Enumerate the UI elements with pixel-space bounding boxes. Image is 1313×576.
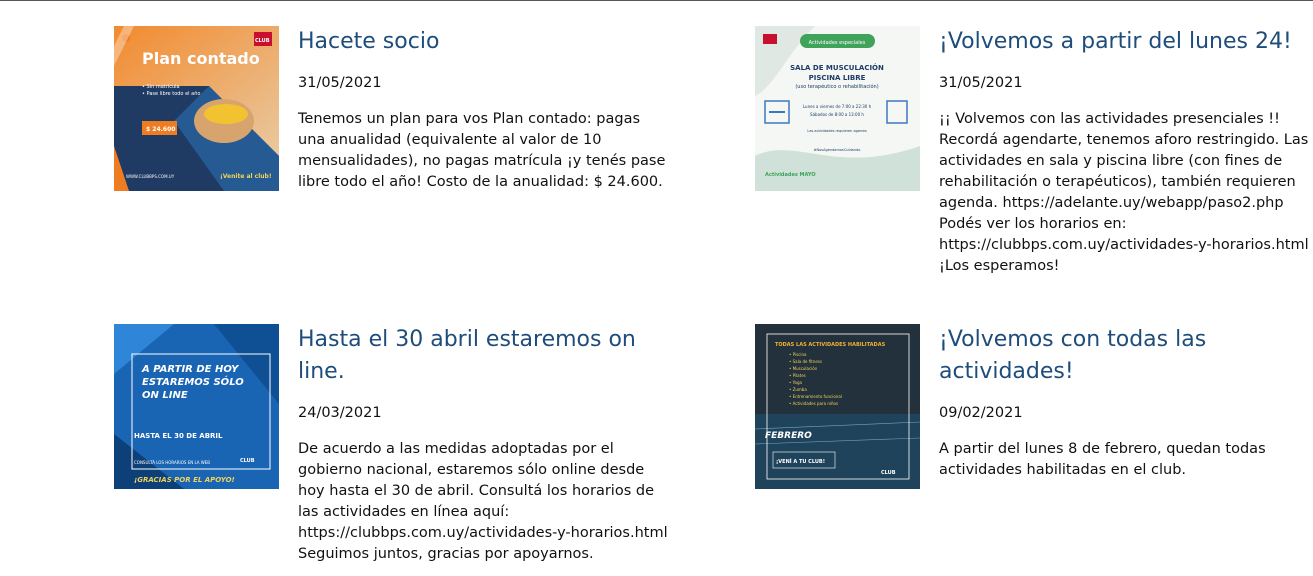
image-cta: ¡Venite al club! bbox=[220, 173, 272, 180]
image-bullet-1: • Sin matrícula bbox=[142, 83, 180, 90]
todas-actividades-image: TODAS LAS ACTIVIDADES HABILITADAS • Pisc… bbox=[755, 324, 920, 489]
image-bullet-2: • Pase libre todo el año bbox=[142, 91, 200, 97]
news-body: A partir del lunes 8 de febrero, quedan … bbox=[939, 441, 1266, 478]
image-price: $ 24.600 bbox=[146, 126, 175, 133]
plan-contado-image: Plan contado • Sin matrícula • Pase libr… bbox=[114, 26, 279, 191]
image-list-item: • Piscina bbox=[789, 352, 807, 357]
image-footer: Actividades MAYO bbox=[765, 172, 816, 178]
club-logo: CLUB bbox=[255, 38, 270, 44]
image-hours1: Lunes a viernes de 7:00 a 22:30 h bbox=[803, 104, 872, 109]
image-month: FEBRERO bbox=[765, 431, 812, 441]
news-title[interactable]: ¡Volvemos a partir del lunes 24! bbox=[939, 26, 1311, 58]
news-title[interactable]: Hacete socio bbox=[298, 26, 670, 58]
news-title[interactable]: Hasta el 30 abril estaremos on line. bbox=[298, 324, 670, 388]
image-list-item: • Entrenamiento funcional bbox=[789, 394, 842, 399]
club-logo: CLUB bbox=[881, 470, 896, 476]
news-thumbnail[interactable]: Actividades especiales SALA DE MUSCULACI… bbox=[755, 26, 920, 191]
image-line2: ESTAREMOS SÓLO bbox=[142, 375, 244, 388]
actividades-especiales-image: Actividades especiales SALA DE MUSCULACI… bbox=[755, 26, 920, 191]
image-line4: HASTA EL 30 DE ABRIL bbox=[134, 432, 223, 440]
news-date: 31/05/2021 bbox=[298, 75, 382, 91]
news-thumbnail[interactable]: Plan contado • Sin matrícula • Pase libr… bbox=[114, 26, 279, 191]
image-hashtag: #NosAgendamosCuidando bbox=[814, 148, 861, 152]
image-list-item: • Zumba bbox=[789, 387, 807, 392]
image-line2: PISCINA LIBRE bbox=[809, 74, 866, 82]
news-date: 31/05/2021 bbox=[939, 75, 1023, 91]
image-small: CONSULTÁ LOS HORARIOS EN LA WEB bbox=[134, 460, 210, 465]
image-list-item: • Actividades para niños bbox=[789, 401, 838, 406]
image-note: Las actividades requieren agenda bbox=[807, 129, 866, 133]
image-badge: Actividades especiales bbox=[809, 40, 866, 46]
news-date: 09/02/2021 bbox=[939, 405, 1023, 421]
club-logo: CLUB bbox=[240, 458, 255, 464]
news-date: 24/03/2021 bbox=[298, 405, 382, 421]
image-line1: A PARTIR DE HOY bbox=[141, 364, 240, 375]
image-list-item: • Musculación bbox=[789, 366, 818, 371]
news-title[interactable]: ¡Volvemos con todas las actividades! bbox=[939, 324, 1311, 388]
image-line3: (uso terapéutico o rehabilitación) bbox=[795, 83, 878, 90]
image-line1: SALA DE MUSCULACIÓN bbox=[790, 63, 884, 72]
news-body: De acuerdo a las medidas adoptadas por e… bbox=[298, 441, 668, 562]
image-header: TODAS LAS ACTIVIDADES HABILITADAS bbox=[775, 342, 886, 348]
on-line-image: A PARTIR DE HOY ESTAREMOS SÓLO ON LINE H… bbox=[114, 324, 279, 489]
news-grid: Plan contado • Sin matrícula • Pase libr… bbox=[0, 1, 1313, 576]
image-line3: ON LINE bbox=[142, 390, 188, 401]
news-thumbnail[interactable]: A PARTIR DE HOY ESTAREMOS SÓLO ON LINE H… bbox=[114, 324, 279, 489]
image-list-item: • Pilates bbox=[789, 373, 806, 378]
image-site: WWW.CLUBBPS.COM.UY bbox=[126, 174, 175, 179]
image-list-item: • Yoga bbox=[789, 380, 803, 385]
news-thumbnail[interactable]: TODAS LAS ACTIVIDADES HABILITADAS • Pisc… bbox=[755, 324, 920, 489]
news-body: Tenemos un plan para vos Plan contado: p… bbox=[298, 111, 666, 190]
image-list-item: • Sala de fitness bbox=[789, 359, 822, 364]
image-hours2: Sábados de 8:00 a 13:00 h bbox=[810, 112, 864, 117]
news-body: ¡¡ Volvemos con las actividades presenci… bbox=[939, 111, 1309, 274]
image-heading: Plan contado bbox=[142, 49, 260, 68]
image-cta: ¡VENÍ A TU CLUB! bbox=[776, 457, 825, 465]
image-footer: ¡GRACIAS POR EL APOYO! bbox=[134, 476, 235, 484]
